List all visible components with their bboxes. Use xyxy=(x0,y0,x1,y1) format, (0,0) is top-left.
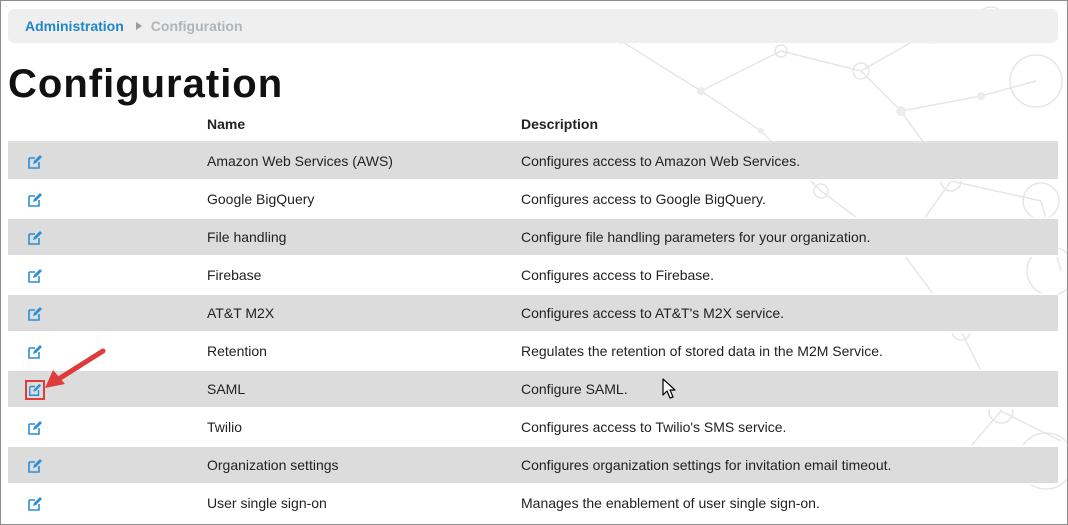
edit-icon[interactable] xyxy=(27,496,43,512)
row-name: User single sign-on xyxy=(207,495,327,511)
table-row: Amazon Web Services (AWS) Configures acc… xyxy=(8,143,1058,181)
edit-icon[interactable] xyxy=(27,192,43,208)
row-description: Configure SAML. xyxy=(521,381,628,397)
table-row: Google BigQuery Configures access to Goo… xyxy=(8,181,1058,219)
table-row: File handling Configure file handling pa… xyxy=(8,219,1058,257)
row-description: Configures organization settings for inv… xyxy=(521,457,892,473)
row-description: Configures access to Twilio's SMS servic… xyxy=(521,419,787,435)
row-description: Configures access to Amazon Web Services… xyxy=(521,153,801,169)
breadcrumb: Administration Configuration xyxy=(8,9,1058,43)
table-row: Organization settings Configures organiz… xyxy=(8,447,1058,485)
row-name: AT&T M2X xyxy=(207,305,275,321)
row-description: Regulates the retention of stored data i… xyxy=(521,343,883,359)
row-name: SAML xyxy=(207,381,246,397)
app-window: Administration Configuration Configurati… xyxy=(0,0,1068,525)
row-description: Configures access to AT&T's M2X service. xyxy=(521,305,785,321)
page-title: Configuration xyxy=(8,62,284,106)
row-description: Configures access to Firebase. xyxy=(521,267,714,283)
row-name: File handling xyxy=(207,229,287,245)
row-name: Twilio xyxy=(207,419,243,435)
edit-icon[interactable] xyxy=(27,268,43,284)
row-name: Organization settings xyxy=(207,457,339,473)
table-row: User single sign-on Manages the enableme… xyxy=(8,485,1058,523)
row-name: Retention xyxy=(207,343,267,359)
row-description: Configure file handling parameters for y… xyxy=(521,229,871,245)
edit-icon[interactable] xyxy=(27,230,43,246)
breadcrumb-administration-link[interactable]: Administration xyxy=(25,18,124,34)
row-name: Google BigQuery xyxy=(207,191,315,207)
column-header-name: Name xyxy=(207,116,246,132)
edit-icon[interactable] xyxy=(27,306,43,322)
edit-icon[interactable] xyxy=(27,458,43,474)
table-row: Retention Regulates the retention of sto… xyxy=(8,333,1058,371)
edit-icon[interactable] xyxy=(27,154,43,170)
table-row: SAML Configure SAML. xyxy=(8,371,1058,409)
row-description: Manages the enablement of user single si… xyxy=(521,495,820,511)
column-header-description: Description xyxy=(521,116,599,132)
row-description: Configures access to Google BigQuery. xyxy=(521,191,766,207)
breadcrumb-current: Configuration xyxy=(150,18,243,34)
table-row: AT&T M2X Configures access to AT&T's M2X… xyxy=(8,295,1058,333)
row-name: Firebase xyxy=(207,267,262,283)
table-row: Firebase Configures access to Firebase. xyxy=(8,257,1058,295)
edit-icon[interactable] xyxy=(27,420,43,436)
edit-icon[interactable] xyxy=(27,344,43,360)
breadcrumb-separator-icon xyxy=(135,22,142,30)
edit-icon[interactable] xyxy=(25,380,45,400)
row-name: Amazon Web Services (AWS) xyxy=(207,153,393,169)
table-row: Twilio Configures access to Twilio's SMS… xyxy=(8,409,1058,447)
configuration-table: Name Description Amazon Web Services (AW… xyxy=(8,105,1058,523)
table-header: Name Description xyxy=(8,105,1058,143)
